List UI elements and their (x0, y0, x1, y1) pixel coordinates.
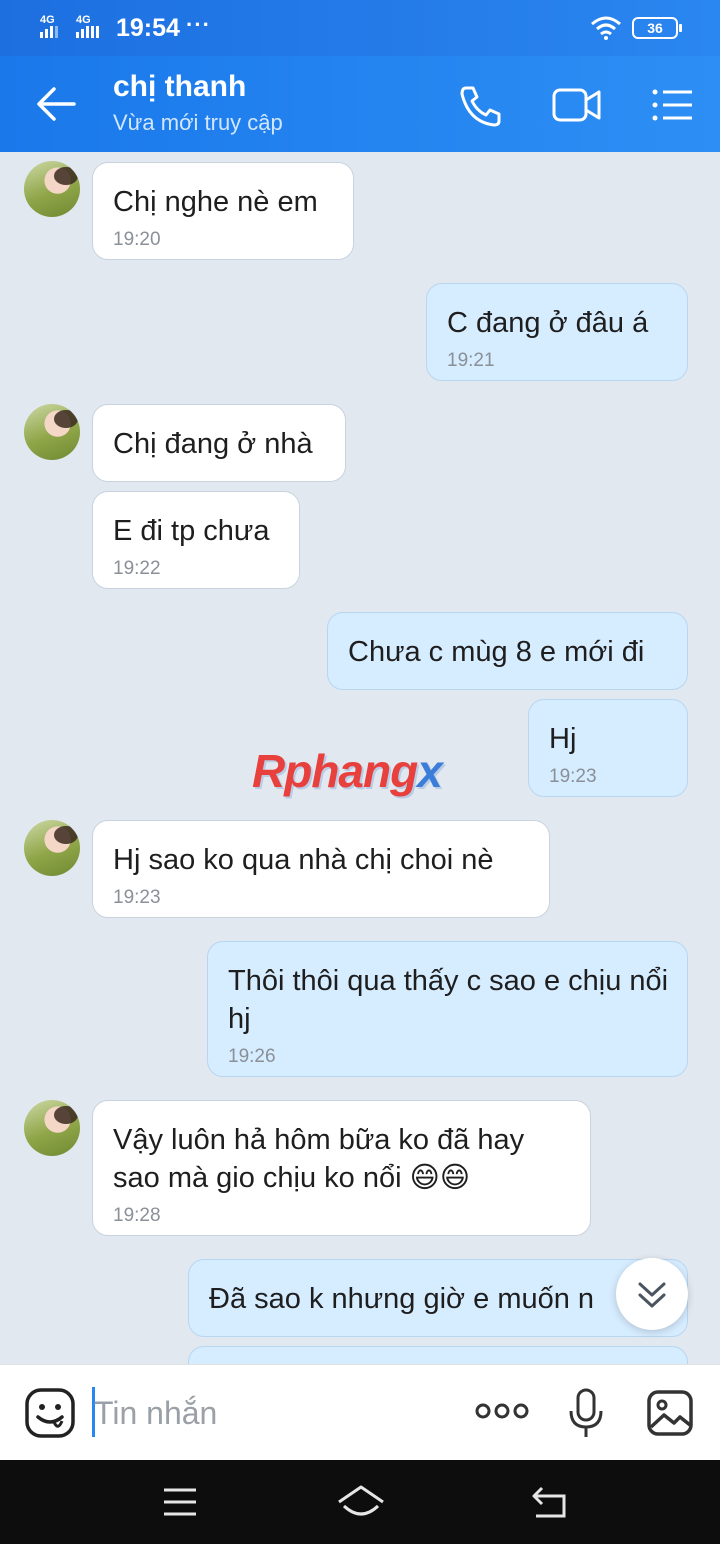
message-bubble-incoming[interactable]: Hj sao ko qua nhà chị choi nè 19:23 (92, 820, 550, 918)
message-time: 19:26 (228, 1046, 276, 1067)
message-time: 19:23 (549, 766, 597, 787)
phone-call-icon[interactable] (456, 82, 506, 128)
message-text: Hj (549, 723, 577, 755)
contact-status: Vừa mới truy cập (113, 110, 283, 135)
contact-avatar[interactable] (24, 161, 80, 217)
chat-area[interactable]: Chị nghe nè em 19:20 C đang ở đâu á 19:2… (0, 152, 720, 1364)
message-text: Hj sao ko qua nhà chị choi nè (113, 844, 494, 876)
home-icon[interactable] (336, 1484, 386, 1520)
message-text: Chưa c mùg 8 e mới đi (348, 636, 645, 668)
message-bubble-incoming[interactable]: Vậy luôn hả hôm bữa ko đã hay sao mà gio… (92, 1100, 591, 1236)
recent-apps-menu-icon[interactable] (162, 1486, 198, 1518)
contact-avatar[interactable] (24, 820, 80, 876)
message-text: C đang ở đâu á (447, 307, 649, 339)
message-time: 19:23 (113, 887, 161, 908)
back-arrow-icon[interactable] (34, 84, 78, 124)
image-gallery-icon[interactable] (646, 1389, 694, 1437)
double-chevron-down-icon (638, 1282, 666, 1308)
message-bubble-incoming[interactable]: E đi tp chưa 19:22 (92, 491, 300, 589)
signal-label-2: 4G (76, 14, 91, 26)
message-time: 19:21 (447, 350, 495, 371)
watermark-logo: Rphangx (252, 744, 443, 798)
status-bar: 4G 4G 19:54 ··· 36 (0, 0, 720, 56)
message-bubble-outgoing-partial[interactable] (188, 1346, 688, 1364)
message-text: Thôi thôi qua thấy c sao e chịu nổi hj (228, 965, 669, 1035)
scroll-to-bottom-button[interactable] (616, 1258, 688, 1330)
message-text: Vậy luôn hả hôm bữa ko đã hay sao mà gio… (113, 1124, 525, 1194)
message-time: 19:28 (113, 1205, 161, 1226)
emoji-sticker-icon[interactable] (24, 1387, 76, 1439)
more-options-icon[interactable] (474, 1399, 530, 1423)
contact-avatar[interactable] (24, 1100, 80, 1156)
message-time: 19:22 (113, 558, 161, 579)
message-bubble-incoming[interactable]: Chị nghe nè em 19:20 (92, 162, 354, 260)
status-more-dots: ··· (186, 12, 211, 37)
message-text: Chị nghe nè em (113, 186, 318, 218)
status-time: 19:54 (116, 14, 180, 42)
message-time: 19:20 (113, 229, 161, 250)
system-navigation-bar (0, 1460, 720, 1544)
signal-bars-2-icon (76, 26, 99, 38)
contact-name[interactable]: chị thanh (113, 70, 246, 104)
back-nav-icon[interactable] (530, 1484, 570, 1520)
signal-label-1: 4G (40, 14, 55, 26)
menu-list-icon[interactable] (648, 82, 698, 128)
message-bubble-incoming[interactable]: Chị đang ở nhà (92, 404, 346, 482)
message-bubble-outgoing[interactable]: Thôi thôi qua thấy c sao e chịu nổi hj 1… (207, 941, 688, 1077)
message-text: E đi tp chưa (113, 515, 270, 547)
contact-avatar[interactable] (24, 404, 80, 460)
wifi-icon (591, 16, 621, 40)
message-bubble-outgoing[interactable]: Hj 19:23 (528, 699, 688, 797)
video-call-icon[interactable] (552, 82, 602, 128)
signal-bars-1-icon (40, 26, 58, 38)
message-bubble-outgoing[interactable]: Chưa c mùg 8 e mới đi (327, 612, 688, 690)
message-bubble-outgoing[interactable]: C đang ở đâu á 19:21 (426, 283, 688, 381)
battery-icon: 36 (632, 17, 682, 39)
watermark-accent: x (417, 745, 443, 797)
message-bubble-outgoing[interactable]: Đã sao k nhưng giờ e muốn n (188, 1259, 688, 1337)
microphone-icon[interactable] (566, 1387, 606, 1441)
chat-header: chị thanh Vừa mới truy cập (0, 56, 720, 152)
message-input[interactable] (94, 1389, 454, 1437)
message-input-bar (0, 1364, 720, 1460)
message-text: Chị đang ở nhà (113, 428, 313, 460)
message-text: Đã sao k nhưng giờ e muốn n (209, 1283, 595, 1315)
watermark-main: Rphang (252, 745, 418, 797)
